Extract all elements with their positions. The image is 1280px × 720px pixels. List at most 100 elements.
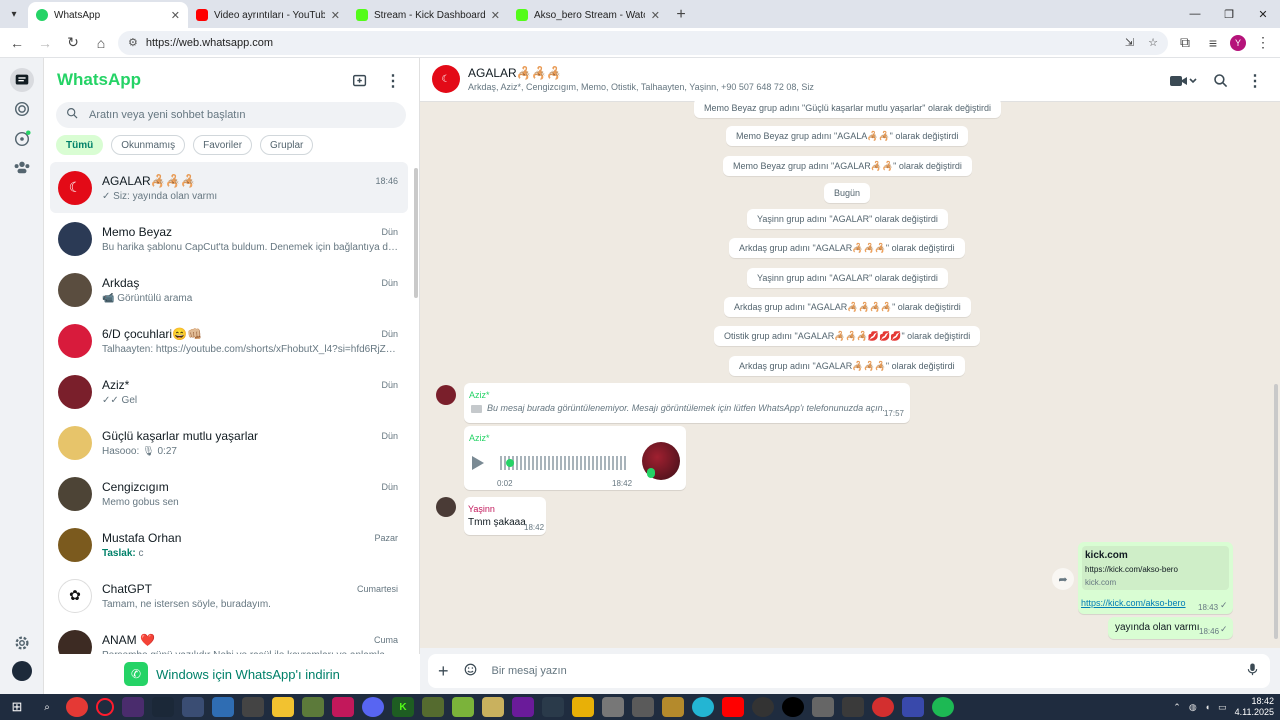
link-preview[interactable]: kick.com https://kick.com/akso-bero kick… (1082, 546, 1229, 590)
spotify-icon[interactable] (932, 697, 954, 717)
app-icon[interactable] (662, 697, 684, 717)
avatar[interactable] (436, 497, 456, 517)
filter-all[interactable]: Tümü (56, 135, 104, 155)
attach-icon[interactable]: + (438, 661, 449, 682)
battery-icon[interactable]: ▭ (1218, 702, 1227, 713)
tab-search-icon[interactable]: ▾ (0, 0, 28, 28)
tab-youtube-studio[interactable]: Video ayrıntıları - YouTube Stud ✕ (188, 2, 348, 28)
app-icon[interactable] (572, 697, 594, 717)
search-icon[interactable] (1210, 70, 1232, 92)
app-icon[interactable] (332, 697, 354, 717)
settings-icon[interactable] (11, 632, 33, 654)
tab-whatsapp[interactable]: WhatsApp ✕ (28, 2, 188, 28)
app-icon[interactable] (602, 697, 624, 717)
download-link[interactable]: Windows için WhatsApp'ı indirin (156, 667, 340, 682)
app-icon[interactable] (692, 697, 714, 717)
chat-list-scrollbar[interactable] (414, 168, 418, 298)
chat-list-item[interactable]: 6/D çocuhlari😄👊🏼 Dün Talhaayten: https://y… (50, 315, 408, 366)
close-window-icon[interactable]: ✕ (1246, 0, 1280, 28)
app-icon[interactable] (422, 697, 444, 717)
close-icon[interactable]: ✕ (331, 9, 340, 22)
app-icon[interactable] (302, 697, 324, 717)
download-banner[interactable]: ✆ Windows için WhatsApp'ı indirin (44, 654, 420, 694)
sticker-icon[interactable] (463, 662, 478, 680)
play-icon[interactable] (472, 456, 484, 470)
profile-avatar[interactable]: Y (1230, 34, 1246, 51)
app-icon[interactable] (812, 697, 834, 717)
chat-list-item[interactable]: ☾ AGALAR🦂🦂🦂 18:46 ✓ Siz: yayında olan varmı (50, 162, 408, 213)
chats-icon[interactable] (10, 68, 34, 92)
menu-icon[interactable]: ⋮ (382, 70, 404, 92)
close-icon[interactable]: ✕ (491, 9, 500, 22)
app-icon[interactable] (482, 697, 504, 717)
app-icon[interactable] (542, 697, 564, 717)
forward-icon[interactable]: ➦ (1052, 568, 1074, 590)
steam-icon[interactable] (152, 697, 174, 717)
network-icon[interactable]: ◍ (1189, 702, 1197, 713)
conversation-scrollbar[interactable] (1274, 384, 1278, 639)
kick-icon[interactable]: K (392, 697, 414, 717)
extensions-icon[interactable]: ⧉ (1174, 32, 1196, 54)
app-icon[interactable] (632, 697, 654, 717)
media-controls-icon[interactable]: ≡ (1202, 32, 1224, 54)
app-icon[interactable] (242, 697, 264, 717)
group-avatar[interactable]: ☾ (432, 65, 460, 93)
tray-chevron-icon[interactable]: ⌃ (1173, 702, 1181, 713)
clock[interactable]: 18:42 4.11.2025 (1235, 696, 1274, 718)
volume-icon[interactable]: ◖ (1205, 702, 1210, 712)
youtube-icon[interactable] (722, 697, 744, 717)
new-tab-button[interactable]: + (668, 2, 694, 28)
forward-icon[interactable]: → (34, 32, 56, 54)
tiktok-icon[interactable] (782, 697, 804, 717)
chat-list-item[interactable]: Cengizcıgım Dün Memo gobus sen (50, 468, 408, 519)
tab-kick-stream[interactable]: Akso_bero Stream - Watch Live ✕ (508, 2, 668, 28)
install-app-icon[interactable]: ⇲ (1125, 36, 1134, 49)
chat-list-item[interactable]: ✿ ChatGPT Cumartesi Tamam, ne istersen söyl… (50, 570, 408, 621)
url-field[interactable]: ⚙ https://web.whatsapp.com ⇲ ☆ (118, 30, 1168, 55)
chat-list-item[interactable]: Mustafa Orhan Pazar Taslak: c (50, 519, 408, 570)
search-icon[interactable]: ⌕ (36, 697, 58, 717)
communities-icon[interactable] (11, 156, 33, 178)
message-input[interactable]: Bir mesaj yazın (492, 665, 1231, 677)
close-icon[interactable]: ✕ (171, 9, 180, 22)
app-icon[interactable] (452, 697, 474, 717)
chat-list-item[interactable]: Memo Beyaz Dün Bu harika şablonu CapCut'ta… (50, 213, 408, 264)
chat-list-item[interactable]: Güçlü kaşarlar mutlu yaşarlar Dün Hasooo: … (50, 417, 408, 468)
group-name[interactable]: AGALAR🦂🦂🦂 (468, 66, 562, 80)
voice-message-bubble[interactable]: Aziz* 0:02 18:42 (464, 426, 686, 490)
app-icon[interactable] (752, 697, 774, 717)
filter-favorites[interactable]: Favoriler (193, 135, 253, 155)
filter-groups[interactable]: Gruplar (260, 135, 314, 155)
channels-icon[interactable] (11, 128, 33, 150)
status-icon[interactable] (11, 98, 33, 120)
message-link[interactable]: https://kick.com/akso-bero (1081, 598, 1195, 608)
search-input[interactable]: Aratın veya yeni sohbet başlatın (56, 102, 406, 128)
filter-unread[interactable]: Okunmamış (111, 135, 186, 155)
message-bubble[interactable]: Yaşinn Tmm şakaaa 18:42 (464, 497, 546, 535)
app-icon[interactable] (842, 697, 864, 717)
chat-list-item[interactable]: Aziz* Dün ✓✓ Gel (50, 366, 408, 417)
app-icon[interactable] (512, 697, 534, 717)
avatar[interactable] (436, 385, 456, 405)
video-call-icon[interactable] (1165, 70, 1201, 92)
app-icon[interactable] (182, 697, 204, 717)
back-icon[interactable]: ← (6, 32, 28, 54)
restore-icon[interactable]: ❐ (1212, 0, 1246, 28)
windows-start-icon[interactable]: ⊞ (6, 697, 28, 717)
app-icon[interactable] (212, 697, 234, 717)
tab-kick-dashboard[interactable]: Stream - Kick Dashboard ✕ (348, 2, 508, 28)
discord-icon[interactable] (362, 697, 384, 717)
minimize-icon[interactable]: — (1178, 0, 1212, 28)
chrome-icon[interactable] (66, 697, 88, 717)
home-icon[interactable]: ⌂ (90, 32, 112, 54)
app-icon[interactable] (902, 697, 924, 717)
message-composer[interactable]: + Bir mesaj yazın (428, 654, 1270, 688)
message-bubble[interactable]: Aziz* Bu mesaj burada görüntülenemiyor. … (464, 383, 910, 423)
close-icon[interactable]: ✕ (651, 9, 660, 22)
bookmark-star-icon[interactable]: ☆ (1148, 36, 1158, 49)
app-icon[interactable] (872, 697, 894, 717)
new-chat-icon[interactable] (349, 70, 371, 92)
chat-list-item[interactable]: Arkdaş Dün 📹 Görüntülü arama (50, 264, 408, 315)
opera-icon[interactable] (96, 698, 114, 716)
voice-waveform[interactable] (500, 456, 626, 470)
